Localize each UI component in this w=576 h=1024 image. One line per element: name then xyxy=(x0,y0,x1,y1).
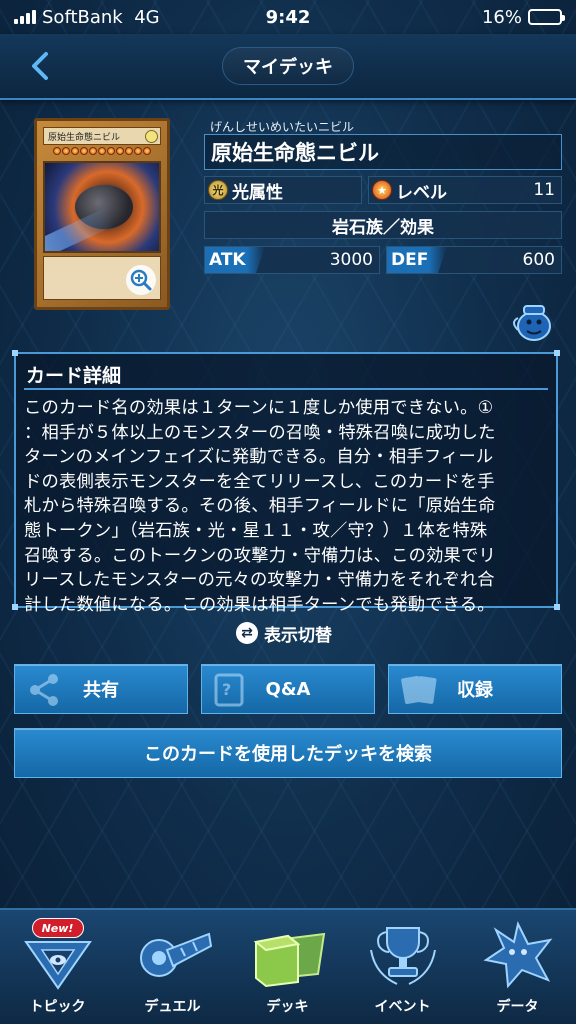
nav-item-data[interactable]: データ xyxy=(460,910,575,1024)
search-decks-button[interactable]: このカードを使用したデッキを検索 xyxy=(14,728,562,778)
def-value: 600 xyxy=(522,250,555,270)
battery-percent: 16% xyxy=(481,6,522,28)
nav-label-topic: トピック xyxy=(29,999,86,1015)
level-star xyxy=(53,147,61,155)
search-decks-label: このカードを使用したデッキを検索 xyxy=(144,744,432,765)
nav-label-data: データ xyxy=(496,999,539,1015)
nav-label-event: イベント xyxy=(374,999,431,1015)
level-star xyxy=(125,147,133,155)
level-label: レベル xyxy=(396,182,447,203)
new-badge: New! xyxy=(31,918,84,938)
card-level-stars xyxy=(43,147,161,159)
def-cell: DEF 600 xyxy=(386,246,562,274)
nav-label-duel: デュエル xyxy=(144,999,201,1015)
trophy-icon xyxy=(369,927,436,985)
card-name: 原始生命態ニビル xyxy=(204,134,562,170)
qa-icon: ? xyxy=(214,673,244,707)
level-star xyxy=(98,147,106,155)
network-label: 4G xyxy=(134,6,160,28)
level-star xyxy=(80,147,88,155)
chevron-left-icon xyxy=(32,52,48,80)
level-star xyxy=(116,147,124,155)
type-cell: 岩石族／効果 xyxy=(204,211,562,239)
status-bar: SoftBank 4G 9:42 16% xyxy=(0,0,576,34)
carrier-label: SoftBank 4G xyxy=(42,6,160,28)
card-details-title: カード詳細 xyxy=(24,360,548,390)
collection-button[interactable]: 収録 xyxy=(388,664,562,714)
card-effect-text: このカード名の効果は１ターンに１度しか使用できない。① ：相手が５体以上のモンス… xyxy=(24,398,496,615)
swap-icon: ⇄ xyxy=(236,622,258,644)
display-toggle-label: 表示切替 xyxy=(264,625,332,646)
attribute-cell: 光 光属性 xyxy=(204,176,362,204)
pot-of-greed-icon[interactable] xyxy=(508,302,554,342)
card-image-name: 原始生命態ニビル xyxy=(48,132,121,143)
light-attribute-icon: 光 xyxy=(208,180,228,200)
card-artwork xyxy=(43,161,161,253)
level-value: 11 xyxy=(533,180,555,200)
zoom-button[interactable] xyxy=(126,265,156,295)
nav-item-topic[interactable]: New! トピック xyxy=(0,910,115,1024)
svg-text:?: ? xyxy=(222,680,231,699)
card-details-panel: カード詳細 このカード名の効果は１ターンに１度しか使用できない。① ：相手が５体… xyxy=(12,350,560,615)
level-star xyxy=(107,147,115,155)
card-image[interactable]: 原始生命態ニビル xyxy=(34,118,170,310)
card-reading: げんしせいめいたいニビル xyxy=(210,120,355,134)
page-title: マイデッキ xyxy=(222,47,354,85)
card-image-attribute-icon xyxy=(145,130,158,143)
data-monster-icon xyxy=(482,921,552,989)
level-star xyxy=(89,147,97,155)
attribute-label: 光属性 xyxy=(232,182,283,203)
nav-label-deck: デッキ xyxy=(266,999,309,1015)
display-toggle-button[interactable]: ⇄ 表示切替 xyxy=(236,620,332,646)
cards-icon xyxy=(401,675,437,705)
level-star-icon: ★ xyxy=(372,180,392,200)
collection-label: 収録 xyxy=(457,680,493,701)
nav-item-deck[interactable]: デッキ xyxy=(230,910,345,1024)
bottom-nav: New! トピック デュエル デッキ イベント データ xyxy=(0,908,576,1024)
qa-label: Q&A xyxy=(265,678,311,700)
card-type: 岩石族／効果 xyxy=(332,217,434,238)
share-button[interactable]: 共有 xyxy=(14,664,188,714)
nav-item-duel[interactable]: デュエル xyxy=(115,910,230,1024)
share-icon xyxy=(30,674,58,706)
card-text-box xyxy=(43,256,161,300)
level-star xyxy=(143,147,151,155)
zoom-in-icon xyxy=(130,269,152,291)
header: マイデッキ xyxy=(0,34,576,100)
level-star xyxy=(62,147,70,155)
share-label: 共有 xyxy=(83,680,119,701)
battery-icon xyxy=(528,9,565,25)
level-star xyxy=(71,147,79,155)
level-cell: ★ レベル 11 xyxy=(368,176,562,204)
atk-label: ATK xyxy=(205,247,265,273)
atk-cell: ATK 3000 xyxy=(204,246,380,274)
def-label: DEF xyxy=(387,247,447,273)
duel-disk-icon xyxy=(139,932,212,977)
qa-button[interactable]: ? Q&A xyxy=(201,664,375,714)
signal-icon xyxy=(14,10,36,24)
deck-icon xyxy=(253,932,325,988)
back-button[interactable] xyxy=(22,48,58,84)
nav-item-event[interactable]: イベント xyxy=(345,910,460,1024)
atk-value: 3000 xyxy=(329,250,373,270)
level-star xyxy=(134,147,142,155)
